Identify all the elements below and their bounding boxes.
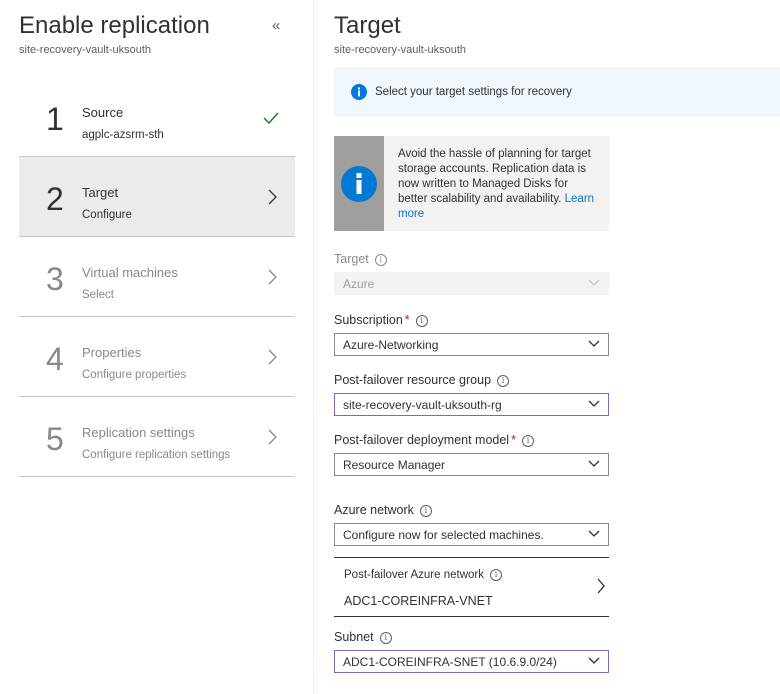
subscription-label: Subscription * i — [334, 313, 428, 327]
subnet-dropdown[interactable]: ADC1-COREINFRA-SNET (10.6.9.0/24) — [334, 650, 609, 673]
chevron-right-icon — [268, 269, 277, 285]
step-label: Properties — [82, 345, 142, 360]
required-marker: * — [404, 313, 410, 327]
step-label: Replication settings — [82, 425, 195, 440]
info-icon[interactable]: i — [489, 569, 502, 581]
step-label: Virtual machines — [82, 265, 178, 280]
enable-replication-blade: Enable replication site-recovery-vault-u… — [0, 0, 313, 694]
blade-title: Enable replication — [19, 12, 210, 39]
info-icon[interactable]: i — [415, 315, 428, 327]
chevron-right-icon — [597, 578, 605, 594]
label-text: Post-failover resource group — [334, 373, 492, 387]
post-failover-network-value: ADC1-COREINFRA-VNET — [344, 594, 493, 608]
target-label: Target i — [334, 252, 387, 266]
info-circle-icon — [341, 166, 377, 202]
dropdown-value: ADC1-COREINFRA-SNET (10.6.9.0/24) — [343, 655, 557, 669]
dropdown-value: Azure-Networking — [343, 338, 439, 352]
step-number: 5 — [46, 421, 64, 457]
azure-network-dropdown[interactable]: Configure now for selected machines. — [334, 523, 609, 546]
page-title: Target — [334, 12, 401, 39]
resource-group-dropdown[interactable]: site-recovery-vault-uksouth-rg — [334, 393, 609, 416]
step-target[interactable]: 2 Target Configure — [19, 157, 295, 237]
step-sublabel: Configure properties — [82, 369, 187, 381]
label-text: Azure network — [334, 503, 414, 517]
dropdown-value: Azure — [343, 277, 375, 291]
chevron-right-icon — [268, 349, 277, 365]
step-label: Target — [82, 185, 119, 200]
info-icon[interactable]: i — [379, 632, 392, 644]
dropdown-value: Configure now for selected machines. — [343, 528, 544, 542]
step-sublabel: Configure — [82, 209, 132, 221]
step-sublabel: agplc-azsrm-sth — [82, 129, 164, 141]
required-marker: * — [511, 433, 516, 447]
info-icon[interactable]: i — [374, 254, 387, 266]
checkmark-icon — [263, 112, 279, 125]
info-icon[interactable]: i — [419, 505, 432, 517]
target-dropdown: Azure — [334, 272, 609, 295]
chevron-right-icon — [268, 189, 277, 205]
subnet-label: Subnet i — [334, 630, 392, 644]
chevron-down-icon — [588, 530, 600, 537]
info-banner: Select your target settings for recovery — [334, 67, 780, 117]
info-box-side — [334, 136, 384, 231]
info-icon[interactable]: i — [497, 375, 510, 387]
step-virtual-machines: 3 Virtual machines Select — [19, 237, 295, 317]
step-source[interactable]: 1 Source agplc-azsrm-sth — [19, 77, 295, 157]
chevron-down-icon — [588, 279, 600, 286]
step-number: 1 — [46, 101, 64, 137]
info-box-body: Avoid the hassle of planning for target … — [398, 147, 598, 222]
post-failover-network-label: Post-failover Azure network i — [344, 569, 502, 581]
step-number: 4 — [46, 341, 64, 377]
dropdown-value: Resource Manager — [343, 458, 446, 472]
label-text: Post-failover deployment model — [334, 433, 510, 447]
step-sublabel: Select — [82, 289, 114, 301]
step-replication-settings: 5 Replication settings Configure replica… — [19, 397, 295, 477]
step-number: 3 — [46, 261, 64, 297]
subscription-dropdown[interactable]: Azure-Networking — [334, 333, 609, 356]
chevron-right-icon — [268, 429, 277, 445]
info-box-text: Avoid the hassle of planning for target … — [398, 148, 591, 205]
label-text: Target — [334, 252, 369, 266]
label-text: Subnet — [334, 630, 374, 644]
post-failover-network-selector[interactable]: Post-failover Azure network i ADC1-COREIN… — [334, 557, 609, 617]
step-properties: 4 Properties Configure properties — [19, 317, 295, 397]
step-label: Source — [82, 105, 124, 120]
label-text: Subscription — [334, 313, 403, 327]
wizard-steps: 1 Source agplc-azsrm-sth 2 Target Config… — [19, 77, 295, 477]
dropdown-value: site-recovery-vault-uksouth-rg — [343, 398, 502, 412]
step-number: 2 — [46, 181, 64, 217]
chevron-down-icon — [588, 460, 600, 467]
banner-text: Select your target settings for recovery — [375, 86, 572, 98]
info-circle-icon — [351, 84, 367, 100]
deployment-model-dropdown[interactable]: Resource Manager — [334, 453, 609, 476]
deployment-model-label: Post-failover deployment model * i — [334, 433, 534, 447]
resource-group-label: Post-failover resource group i — [334, 373, 510, 387]
managed-disks-info-box: Avoid the hassle of planning for target … — [334, 136, 609, 231]
info-icon[interactable]: i — [521, 435, 534, 447]
page-subtitle: site-recovery-vault-uksouth — [334, 44, 467, 56]
chevron-down-icon — [588, 400, 600, 407]
blade-subtitle: site-recovery-vault-uksouth — [19, 44, 152, 56]
collapse-blade-button[interactable]: « — [272, 17, 280, 34]
target-blade: Target site-recovery-vault-uksouth Selec… — [314, 0, 780, 694]
chevron-down-icon — [588, 340, 600, 347]
label-text: Post-failover Azure network — [344, 569, 484, 581]
azure-network-label: Azure network i — [334, 503, 432, 517]
step-sublabel: Configure replication settings — [82, 449, 231, 461]
chevron-down-icon — [588, 657, 600, 664]
